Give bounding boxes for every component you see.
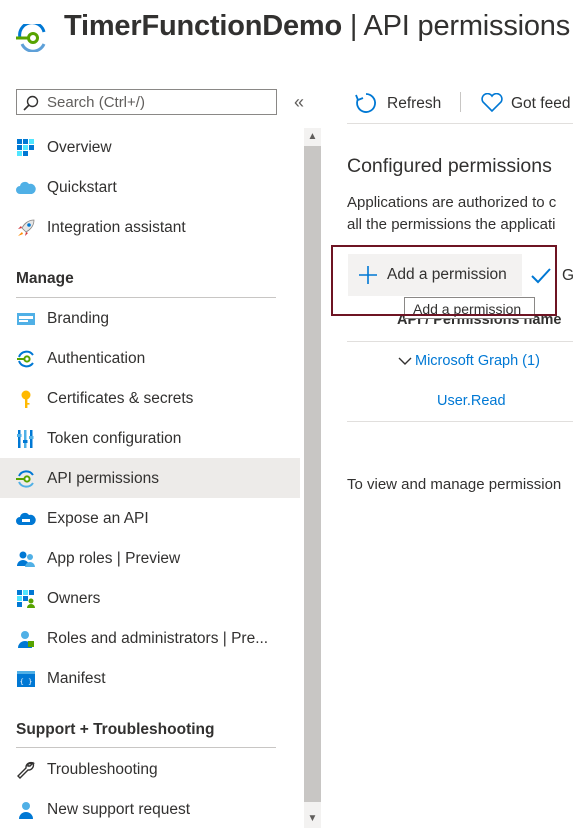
chevron-down-icon xyxy=(398,357,412,365)
sidebar-item-owners[interactable]: Owners xyxy=(0,580,300,618)
section-divider xyxy=(16,297,276,298)
cloud-api-icon xyxy=(16,512,36,525)
heart-icon xyxy=(481,93,503,113)
sidebar-item-troubleshooting[interactable]: Troubleshooting xyxy=(0,751,300,789)
sidebar-item-label: App roles | Preview xyxy=(47,550,181,567)
sidebar-item-label: Troubleshooting xyxy=(47,761,158,778)
permission-link-user-read[interactable]: User.Read xyxy=(437,393,506,409)
sidebar-item-label: Quickstart xyxy=(47,179,117,196)
users-icon xyxy=(17,551,35,567)
sidebar-item-label: New support request xyxy=(47,801,191,818)
section-divider xyxy=(16,747,276,748)
sidebar-item-integration-assistant[interactable]: Integration assistant xyxy=(0,209,300,247)
sidebar-item-quickstart[interactable]: Quickstart xyxy=(0,169,300,207)
token-bars-icon xyxy=(17,430,34,448)
highlight-annotation-box xyxy=(331,245,557,316)
refresh-label: Refresh xyxy=(387,95,442,112)
sidebar-item-label: Token configuration xyxy=(47,430,182,447)
sidebar-item-label: Owners xyxy=(47,590,101,607)
support-section-header: Support + Troubleshooting xyxy=(16,721,215,738)
sidebar-item-expose-an-api[interactable]: Expose an API xyxy=(0,500,300,538)
sidebar-item-label: Authentication xyxy=(47,350,146,367)
refresh-button[interactable]: Refresh xyxy=(355,90,455,118)
admin-person-icon xyxy=(18,631,34,648)
api-permissions-icon xyxy=(16,470,34,488)
search-icon xyxy=(23,95,39,111)
sidebar-item-label: API permissions xyxy=(47,470,159,487)
feedback-label: Got feed xyxy=(511,95,571,112)
sidebar-item-label: Overview xyxy=(47,139,112,156)
svg-text:{ }: { } xyxy=(20,678,33,686)
group-row-label: Microsoft Graph (1) xyxy=(415,353,540,369)
description-line: Applications are authorized to c xyxy=(347,194,557,211)
footer-description: To view and manage permission xyxy=(347,476,562,493)
page-title: TimerFunctionDemo | API permissions xyxy=(64,10,571,42)
grant-consent-button[interactable]: G xyxy=(562,267,573,285)
sidebar-item-label: Integration assistant xyxy=(47,219,186,236)
sidebar-item-authentication[interactable]: Authentication xyxy=(0,340,300,378)
overview-grid-icon xyxy=(17,139,34,156)
sidebar-item-label: Roles and administrators | Pre... xyxy=(47,630,269,647)
sidebar-item-token-configuration[interactable]: Token configuration xyxy=(0,420,300,458)
manifest-icon: { } xyxy=(17,671,35,687)
manage-section-header: Manage xyxy=(16,270,74,287)
table-group-row-microsoft-graph[interactable]: Microsoft Graph (1) xyxy=(398,353,540,369)
sidebar-item-branding[interactable]: Branding xyxy=(0,300,300,338)
authentication-icon xyxy=(17,350,34,368)
sidebar-item-label: Certificates & secrets xyxy=(47,390,194,407)
sidebar-item-roles-administrators[interactable]: Roles and administrators | Pre... xyxy=(0,620,300,658)
refresh-icon xyxy=(355,93,376,113)
collapse-sidebar-button[interactable]: « xyxy=(294,92,304,113)
sidebar-item-label: Branding xyxy=(47,310,110,327)
section-title: Configured permissions xyxy=(347,155,552,177)
key-icon xyxy=(21,390,31,408)
sidebar-item-label: Manifest xyxy=(47,670,106,687)
table-divider xyxy=(347,421,573,422)
support-person-icon xyxy=(19,802,33,819)
scroll-up-arrow-icon[interactable]: ▲ xyxy=(304,128,321,146)
cloud-icon xyxy=(16,181,36,194)
sidebar-item-label: Expose an API xyxy=(47,510,149,527)
owners-grid-icon xyxy=(17,590,35,608)
sidebar-item-api-permissions[interactable]: API permissions xyxy=(0,458,300,498)
sidebar-item-manifest[interactable]: { } Manifest xyxy=(0,660,300,698)
sidebar-item-app-roles[interactable]: App roles | Preview xyxy=(0,540,300,578)
toolbar-divider xyxy=(347,123,573,124)
table-divider xyxy=(347,341,573,342)
branding-icon xyxy=(17,313,35,325)
sidebar-item-certificates-secrets[interactable]: Certificates & secrets xyxy=(0,380,300,418)
toolbar-separator xyxy=(460,92,461,112)
sidebar-item-new-support-request[interactable]: New support request xyxy=(0,791,300,829)
sidebar-scrollbar-thumb[interactable] xyxy=(304,146,321,802)
feedback-button[interactable]: Got feed xyxy=(481,90,573,118)
description-line: all the permissions the applicati xyxy=(347,216,556,233)
wrench-icon xyxy=(17,761,36,779)
rocket-icon xyxy=(18,219,35,236)
search-input[interactable]: Search (Ctrl+/) xyxy=(16,89,277,115)
search-placeholder: Search (Ctrl+/) xyxy=(47,94,145,111)
app-registration-logo-icon xyxy=(16,24,46,52)
sidebar-item-overview[interactable]: Overview xyxy=(0,129,300,167)
scroll-down-arrow-icon[interactable]: ▼ xyxy=(304,810,321,828)
